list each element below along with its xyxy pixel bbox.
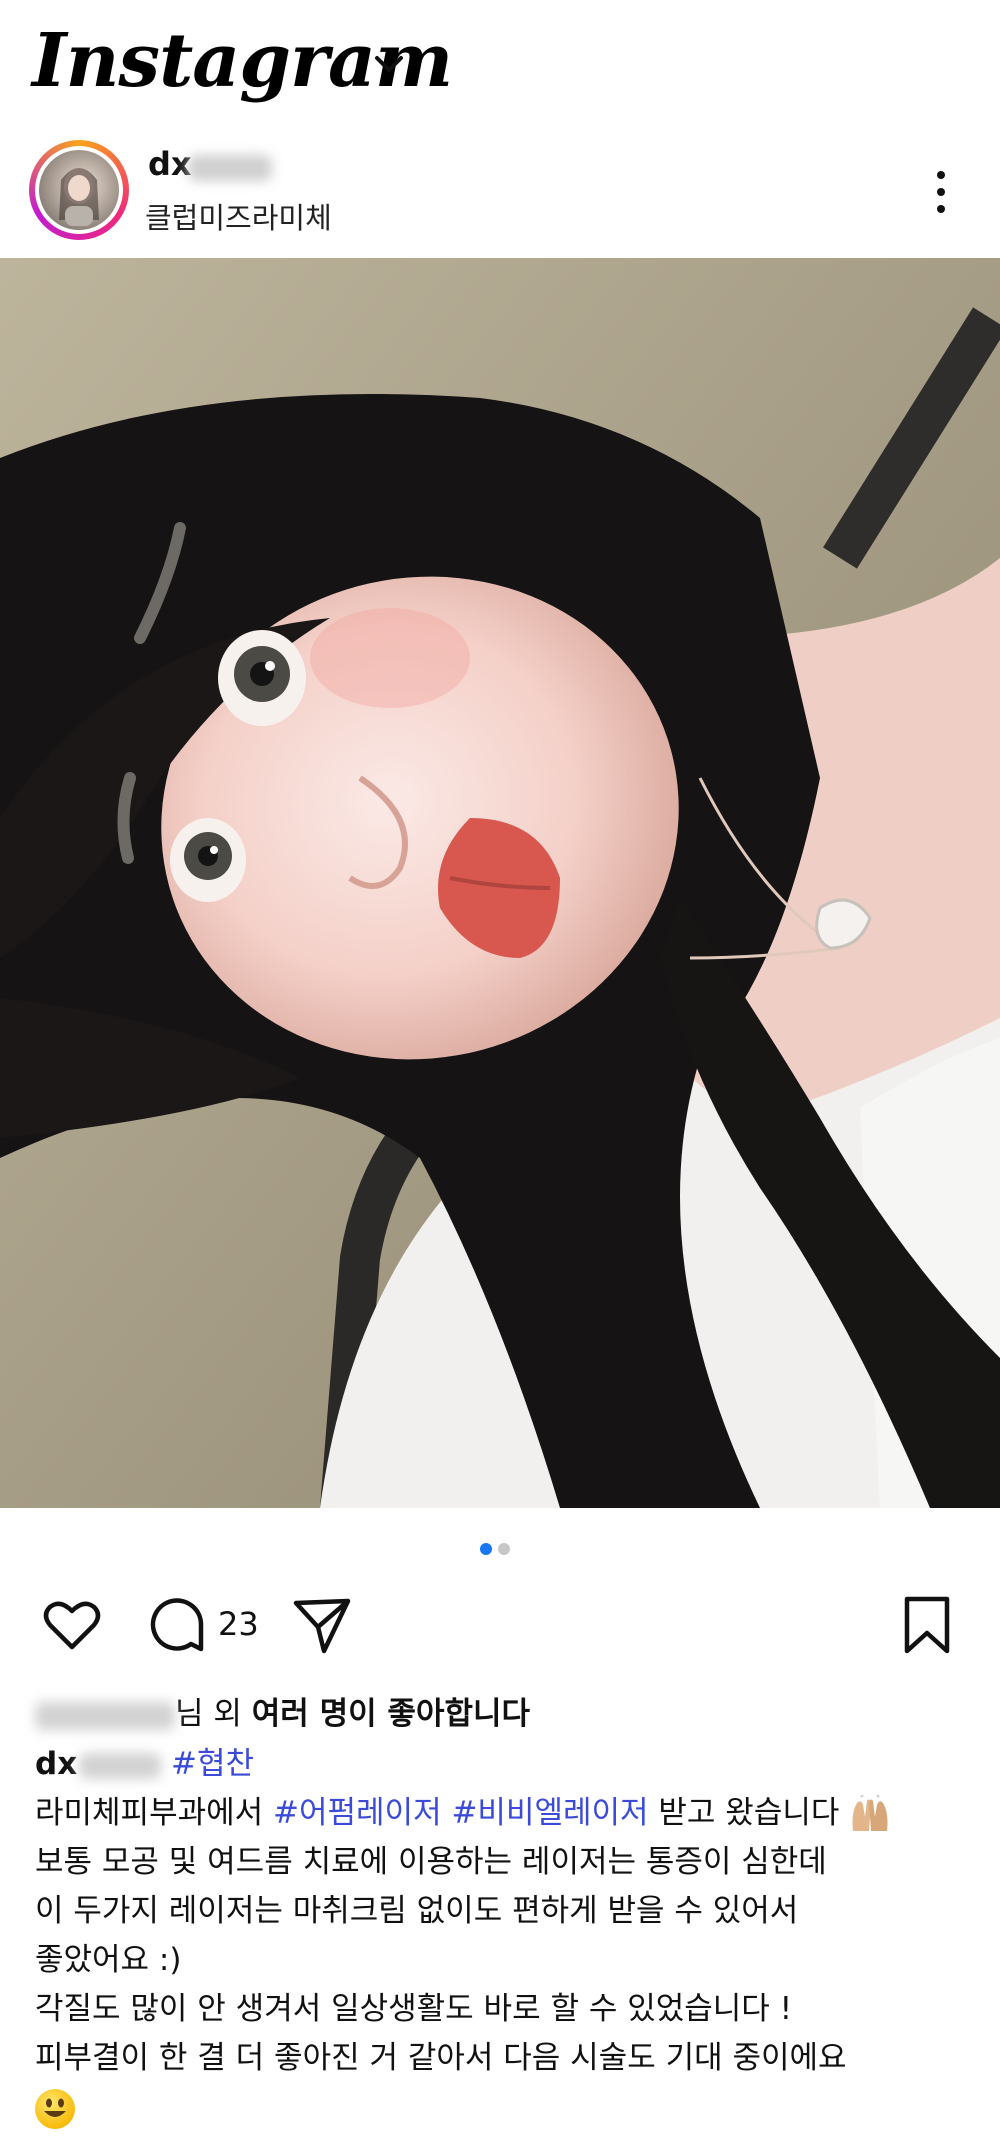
share-icon[interactable] [290, 1593, 354, 1657]
likes-bold-text: 여러 명이 좋아합니다 [251, 1696, 531, 1732]
caption-line-1: 라미체피부과에서 #어펌레이저 #비비엘레이저 받고 왔습니다 [35, 1789, 975, 1838]
action-bar: 23 [0, 1585, 1000, 1665]
post-location[interactable]: 클럽미즈라미체 [145, 195, 332, 237]
blurred-liker-name [35, 1701, 175, 1730]
avatar[interactable] [39, 150, 119, 230]
caption-line-7 [35, 2083, 975, 2132]
comment-count[interactable]: 23 [218, 1605, 259, 1643]
caption-line-6: 피부결이 한 결 더 좋아진 거 같아서 다음 시술도 기대 중이에요 [35, 2040, 847, 2076]
carousel-dot-active [480, 1543, 492, 1555]
more-options-icon[interactable] [926, 165, 956, 225]
post-header: dx 클럽미즈라미체 [0, 135, 1000, 255]
likes-summary[interactable]: 님 외 여러 명이 좋아합니다 [35, 1688, 530, 1733]
caption-line-4: 좋았어요 :) [35, 1942, 182, 1978]
post-caption: dx #협찬 라미체피부과에서 #어펌레이저 #비비엘레이저 받고 왔습니다 보… [35, 1740, 975, 2132]
bookmark-icon[interactable] [895, 1593, 959, 1657]
comment-icon[interactable] [145, 1593, 209, 1657]
caption-line-3: 이 두가지 레이저는 마취크림 없이도 편하게 받을 수 있어서 [35, 1893, 799, 1929]
likes-suffix: 님 외 [175, 1696, 242, 1732]
carousel-indicator [480, 1540, 516, 1555]
caption-line-5: 각질도 많이 안 생겨서 일상생활도 바로 할 수 있었습니다 ! [35, 1991, 793, 2027]
caption-line-header: dx #협찬 [35, 1740, 975, 1789]
post-username[interactable]: dx [148, 145, 192, 183]
carousel-dot [498, 1543, 510, 1555]
caption-text: 받고 왔습니다 [648, 1795, 840, 1831]
story-ring[interactable] [29, 140, 129, 240]
blurred-username-part [188, 155, 272, 181]
hashtag-affirm-laser[interactable]: #어펌레이저 [273, 1795, 442, 1831]
chevron-down-icon[interactable] [372, 52, 406, 76]
caption-line-2: 보통 모공 및 여드름 치료에 이용하는 레이저는 통증이 심한데 [35, 1844, 827, 1880]
heart-icon[interactable] [40, 1593, 104, 1657]
caption-text: 라미체피부과에서 [35, 1795, 274, 1831]
top-bar: Instagram [0, 0, 1000, 130]
blurred-username-part [79, 1752, 162, 1779]
caption-username[interactable]: dx [35, 1746, 77, 1782]
post-photo[interactable] [0, 258, 1000, 1508]
raising-hands-emoji-icon [852, 1792, 888, 1831]
hashtag-bbl-laser[interactable]: #비비엘레이저 [451, 1795, 648, 1831]
hashtag-sponsored[interactable]: #협찬 [171, 1746, 254, 1782]
smiley-emoji-icon [35, 2088, 75, 2129]
